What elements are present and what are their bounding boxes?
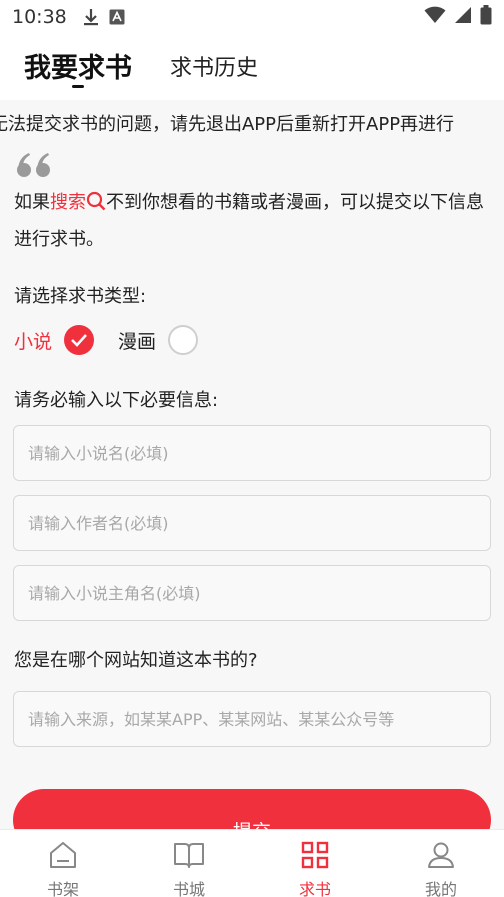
- nav-item-bookshelf[interactable]: 书架: [0, 830, 126, 897]
- nav-item-request-book[interactable]: 求书: [252, 830, 378, 897]
- nav-item-profile-label: 我的: [424, 880, 457, 897]
- user-icon: [426, 840, 456, 874]
- search-link-label: 搜索: [50, 192, 86, 213]
- novel-name-input[interactable]: [13, 425, 491, 481]
- type-option-novel-label: 小说: [14, 330, 53, 353]
- nav-item-request-book-label: 求书: [298, 880, 331, 897]
- source-section-label: 您是在哪个网站知道这本书的?: [14, 650, 258, 671]
- radio-checked-icon[interactable]: [64, 325, 95, 355]
- tab-request-book[interactable]: 我要求书: [24, 34, 132, 88]
- tab-bar: 我要求书 求书历史: [0, 34, 504, 100]
- nav-item-bookstore-label: 书城: [172, 880, 205, 897]
- battery-icon: [480, 4, 492, 30]
- type-option-comic[interactable]: 漫画: [118, 325, 199, 355]
- nav-item-bookshelf-label: 书架: [46, 880, 79, 897]
- notice-text: 无法提交求书的问题，请先退出APP后重新打开APP再进行: [0, 114, 455, 135]
- bottom-nav: 书架 书城 求书 我的: [0, 829, 504, 897]
- search-link[interactable]: 搜索: [50, 191, 106, 213]
- type-section-label: 请选择求书类型:: [14, 286, 147, 307]
- search-icon: [86, 189, 106, 223]
- type-option-comic-label: 漫画: [118, 330, 157, 353]
- book-icon: [173, 840, 205, 874]
- nav-item-profile[interactable]: 我的: [378, 830, 504, 897]
- bookshelf-icon: [48, 840, 78, 874]
- tab-request-book-label: 我要求书: [24, 53, 132, 84]
- intro-text: 如果搜索 不到你想看的书籍或者漫画，可以提交以下信息进行求书。: [14, 186, 494, 257]
- quote-icon: [16, 152, 52, 182]
- tab-active-indicator: [72, 85, 84, 88]
- type-selector: 小说 漫画: [14, 325, 222, 355]
- radio-unchecked-icon[interactable]: [168, 325, 199, 355]
- intro-prefix: 如果: [14, 192, 50, 213]
- tab-request-history[interactable]: 求书历史: [170, 34, 258, 82]
- type-option-novel[interactable]: 小说: [14, 325, 95, 355]
- grid-icon: [300, 840, 330, 874]
- status-bar: 10:38: [0, 0, 504, 34]
- app-notification-icon: [109, 9, 125, 25]
- wifi-icon: [424, 6, 446, 29]
- source-input[interactable]: [13, 691, 491, 747]
- author-name-input[interactable]: [13, 495, 491, 551]
- nav-item-bookstore[interactable]: 书城: [126, 830, 252, 897]
- protagonist-name-input[interactable]: [13, 565, 491, 621]
- info-section-label: 请务必输入以下必要信息:: [14, 390, 219, 411]
- status-time: 10:38: [12, 6, 67, 28]
- tab-request-history-label: 求书历史: [170, 56, 259, 81]
- notice-marquee: 无法提交求书的问题，请先退出APP后重新打开APP再进行: [0, 100, 504, 146]
- download-icon: [83, 8, 99, 26]
- signal-icon: [454, 6, 472, 29]
